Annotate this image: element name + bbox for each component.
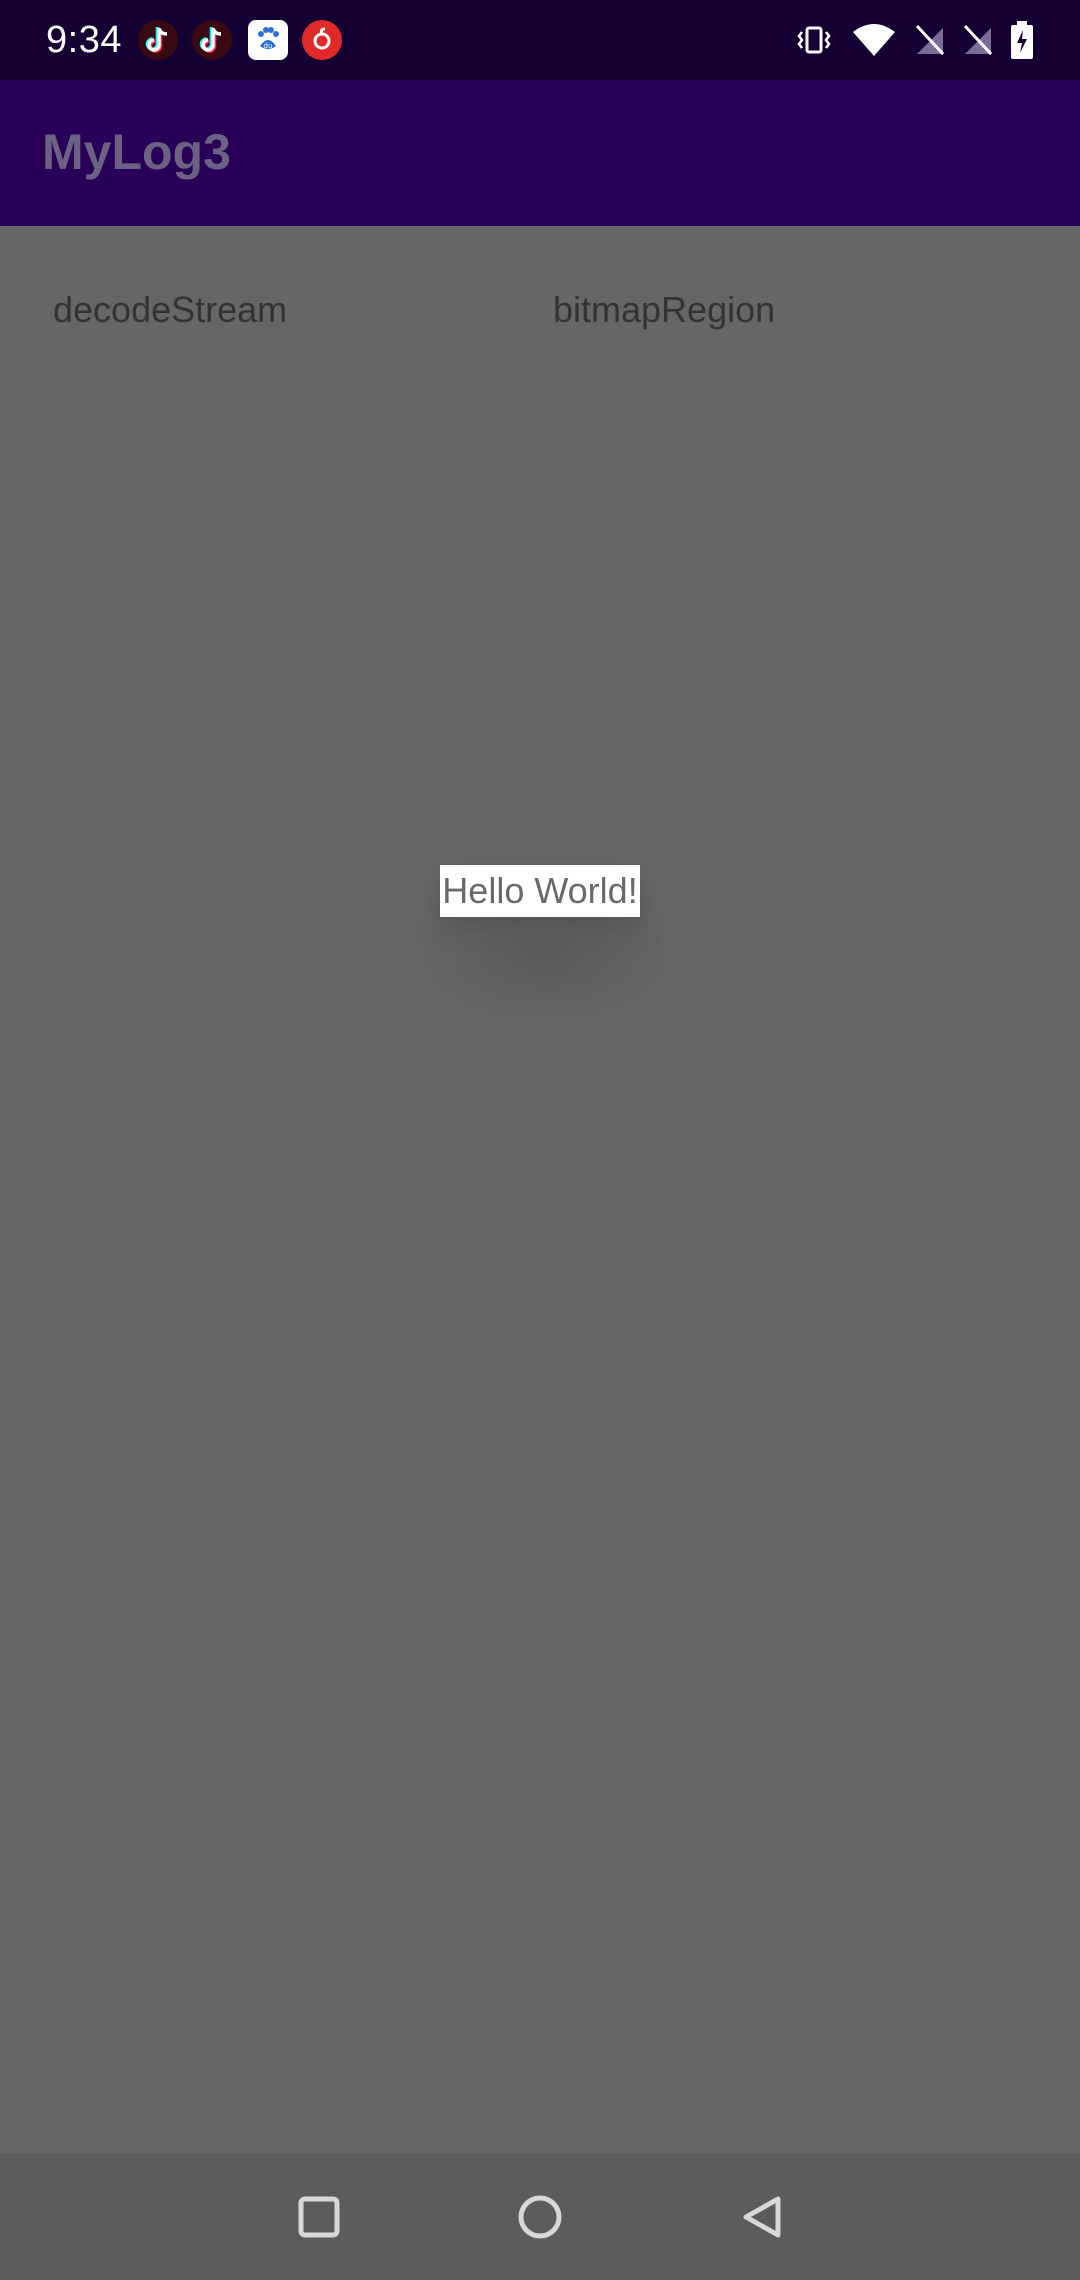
baidu-icon: du xyxy=(248,20,288,60)
main-content: decodeStream bitmapRegion xyxy=(0,226,1080,2154)
back-icon[interactable] xyxy=(727,2182,797,2252)
status-bar: 9:34 du xyxy=(0,0,1080,80)
vibrate-icon xyxy=(794,18,834,62)
navigation-bar xyxy=(0,2154,1080,2280)
wifi-icon xyxy=(850,18,898,62)
screen: 9:34 du MyLog3 decodeStream bitmapRegion… xyxy=(0,0,1080,2280)
tiktok-icon xyxy=(192,20,232,60)
app-bar: MyLog3 xyxy=(0,80,1080,226)
status-time: 9:34 xyxy=(46,19,122,61)
battery-charging-icon xyxy=(1008,18,1036,62)
tiktok-icon xyxy=(138,20,178,60)
bitmap-region-button[interactable]: bitmapRegion xyxy=(553,286,775,334)
decode-stream-button[interactable]: decodeStream xyxy=(53,286,287,334)
no-sim-icon xyxy=(910,18,950,62)
netease-music-icon xyxy=(302,20,342,60)
home-icon[interactable] xyxy=(505,2182,575,2252)
toast-message: Hello World! xyxy=(440,865,640,917)
app-title: MyLog3 xyxy=(42,124,231,180)
svg-text:du: du xyxy=(264,42,273,50)
no-sim-icon xyxy=(958,18,998,62)
recent-apps-icon[interactable] xyxy=(284,2182,354,2252)
